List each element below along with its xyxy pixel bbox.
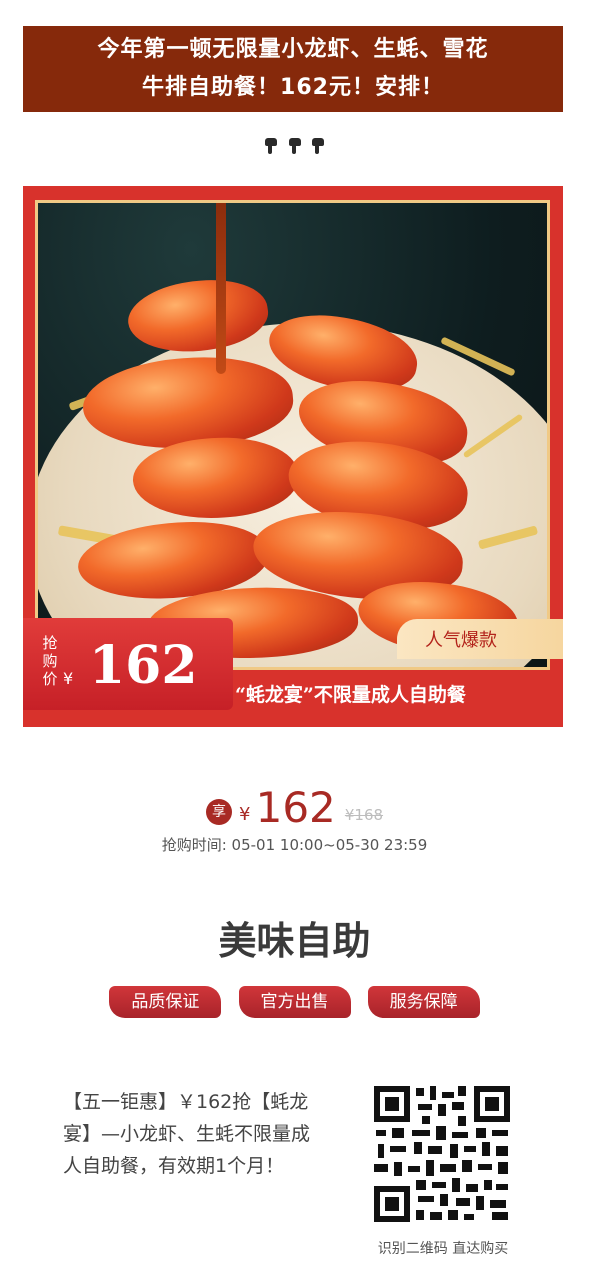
pointing-down-hand-icon xyxy=(288,136,302,154)
sale-time: 抢购时间: 05-01 10:00~05-30 23:59 xyxy=(161,836,428,854)
qr-caption: 识别二维码 直达购买 xyxy=(377,1241,509,1257)
tag-quality: 品质保证 xyxy=(109,986,222,1018)
title-banner: 今年第一顿无限量小龙虾、生蚝、雪花 牛排自助餐！162元！安排！ xyxy=(23,26,563,112)
hot-tag-label: 人气爆款 xyxy=(425,630,497,651)
price-yen: ¥ xyxy=(239,804,251,825)
price-line: 享 ¥ 162 ¥168 xyxy=(0,786,589,830)
qr-code[interactable] xyxy=(372,1084,512,1224)
pointing-down-hand-icon xyxy=(311,136,325,154)
emoji-row xyxy=(0,136,589,158)
product-slogan: “蚝龙宴”不限量成人自助餐 xyxy=(235,684,466,706)
product-card[interactable]: 抢购价 ¥ 162 人气爆款 “蚝龙宴”不限量成人自助餐 xyxy=(23,186,563,727)
ribbon-yen: ¥ xyxy=(63,669,74,688)
ribbon-price: 162 xyxy=(89,635,198,696)
pointing-down-hand-icon xyxy=(264,136,278,154)
current-price: 162 xyxy=(255,783,336,832)
tag-service: 服务保障 xyxy=(367,986,480,1018)
title-line-1: 今年第一顿无限量小龙虾、生蚝、雪花 xyxy=(97,37,489,62)
guarantee-tags: 品质保证 官方出售 服务保障 xyxy=(0,986,589,1018)
ribbon-label: 抢购价 xyxy=(42,634,58,688)
product-photo xyxy=(35,200,550,670)
enjoy-badge: 享 xyxy=(205,799,232,825)
product-description: 【五一钜惠】￥162抢【蚝龙宴】—小龙虾、生蚝不限量成人自助餐，有效期1个月！ xyxy=(63,1091,311,1177)
qr-code-icon xyxy=(372,1084,512,1224)
title-line-2: 牛排自助餐！162元！安排！ xyxy=(142,75,444,100)
original-price: ¥168 xyxy=(344,806,384,824)
section-title: 美味自助 xyxy=(218,919,371,963)
tag-official: 官方出售 xyxy=(238,986,351,1018)
